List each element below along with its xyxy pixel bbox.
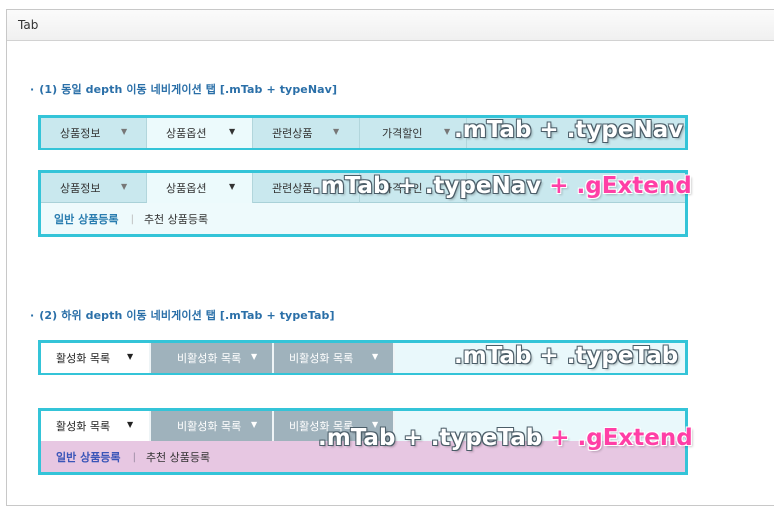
chevron-down-icon: ▼ — [127, 420, 134, 429]
chevron-down-icon: ▼ — [121, 182, 128, 191]
class-label-typenav-extend: .mTab + .typeNav + .gExtend — [312, 173, 692, 199]
chevron-down-icon: ▼ — [372, 352, 379, 361]
sub-nav-item-recommended[interactable]: 추천 상품등록 — [146, 449, 210, 465]
class-label-typenav: .mTab + .typeNav — [454, 117, 684, 143]
tab-price-discount[interactable]: 가격할인 ▼ — [360, 118, 467, 148]
class-label-typetab-extend: .mTab + .typeTab + .gExtend — [318, 425, 693, 451]
sub-nav-item-general[interactable]: 일반 상품등록 — [56, 449, 121, 465]
chevron-down-icon: ▼ — [229, 127, 236, 136]
sub-nav: 일반 상품등록 | 추천 상품등록 — [41, 203, 685, 235]
tab-product-info[interactable]: 상품정보 ▼ — [41, 173, 147, 203]
sub-nav-item-recommended[interactable]: 추천 상품등록 — [144, 211, 208, 227]
tab-inactive-list-1[interactable]: 비활성화 목록 ▼ — [151, 411, 274, 441]
section-title-1: · (1) 동일 depth 이동 네비게이션 탭 [.mTab + typeNa… — [30, 83, 338, 96]
chevron-down-icon: ▼ — [251, 420, 258, 429]
sub-nav-item-general[interactable]: 일반 상품등록 — [54, 211, 119, 227]
chevron-down-icon: ▼ — [229, 182, 236, 191]
sub-nav-separator: | — [132, 451, 136, 463]
section-title-2: · (2) 하위 depth 이동 네비게이션 탭 [.mTab + typeTa… — [30, 309, 335, 322]
tab-inactive-list-1[interactable]: 비활성화 목록 ▼ — [151, 343, 274, 373]
sub-nav-separator: | — [130, 213, 134, 225]
tab-active-list[interactable]: 활성화 목록 ▼ — [41, 411, 151, 441]
tab-related-products[interactable]: 관련상품 ▼ — [253, 118, 360, 148]
chevron-down-icon: ▼ — [251, 352, 258, 361]
chevron-down-icon: ▼ — [127, 352, 134, 361]
tab-inactive-list-2[interactable]: 비활성화 목록 ▼ — [274, 343, 395, 373]
tab-product-options[interactable]: 상품옵션 ▼ — [147, 118, 253, 148]
panel-header: Tab — [7, 10, 774, 41]
class-label-typetab: .mTab + .typeTab — [454, 343, 679, 369]
tab-product-info[interactable]: 상품정보 ▼ — [41, 118, 147, 148]
tab-active-list[interactable]: 활성화 목록 ▼ — [41, 343, 151, 373]
chevron-down-icon: ▼ — [444, 127, 451, 136]
tab-product-options[interactable]: 상품옵션 ▼ — [147, 173, 253, 203]
chevron-down-icon: ▼ — [121, 127, 128, 136]
chevron-down-icon: ▼ — [333, 127, 340, 136]
